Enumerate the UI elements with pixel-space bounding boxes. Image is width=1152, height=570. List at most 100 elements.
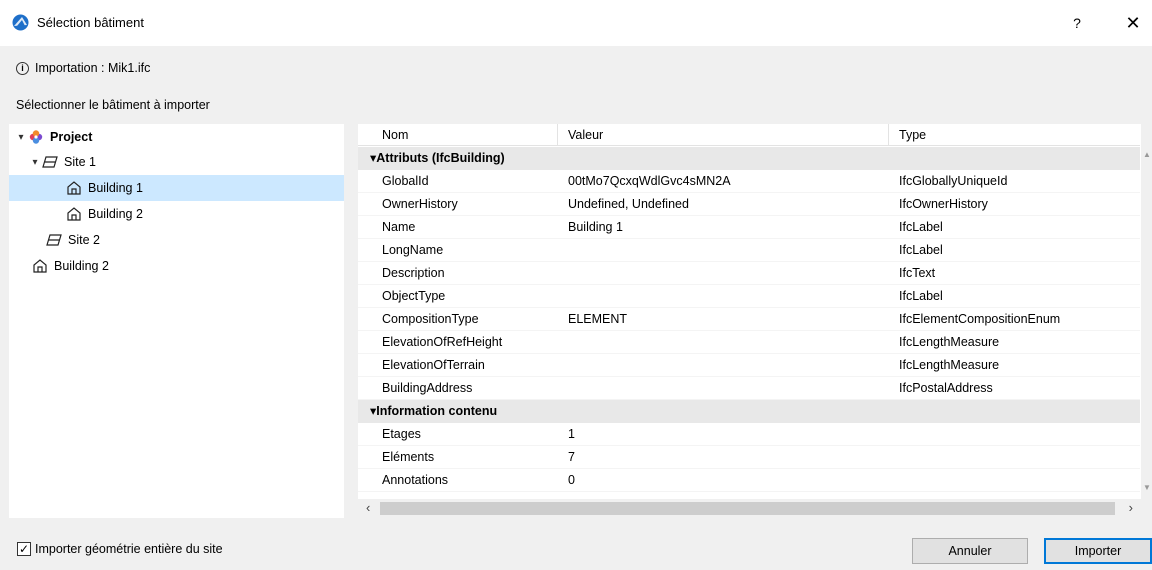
building-tree: ▾ Project ▾ Site 1 Building 1 Building 2…	[9, 124, 344, 518]
table-row[interactable]: CompositionType ELEMENT IfcElementCompos…	[358, 308, 1140, 331]
cell-value: 0	[568, 473, 575, 487]
window-title: Sélection bâtiment	[37, 15, 144, 30]
cell-type: IfcPostalAddress	[899, 381, 993, 395]
tree-item-label: Building 2	[54, 259, 109, 273]
tree-item-label: Project	[50, 130, 93, 144]
tree-item-site-1[interactable]: ▾ Site 1	[9, 149, 344, 175]
horizontal-scrollbar[interactable]: ‹ ›	[358, 499, 1141, 518]
site-icon	[41, 154, 59, 170]
column-header-type[interactable]: Type	[889, 124, 1127, 145]
cell-name: ElevationOfTerrain	[382, 358, 485, 372]
cell-type: IfcOwnerHistory	[899, 197, 988, 211]
tree-item-building-2[interactable]: Building 2	[9, 201, 344, 227]
group-attributs[interactable]: ▾Attributs (IfcBuilding)	[358, 147, 1140, 170]
title-bar: Sélection bâtiment ? ✕	[0, 0, 1152, 46]
site-icon	[45, 232, 63, 248]
grid-header: Nom Valeur Type	[358, 124, 1140, 146]
tree-item-label: Site 1	[64, 155, 96, 169]
project-icon	[27, 129, 45, 145]
cell-value	[558, 239, 889, 261]
cell-name: ObjectType	[382, 289, 446, 303]
cell-value: 00tMo7QcxqWdlGvc4sMN2A	[568, 174, 731, 188]
tree-item-building-3[interactable]: Building 2	[9, 253, 344, 279]
table-row[interactable]: Name Building 1 IfcLabel	[358, 216, 1140, 239]
table-row[interactable]: Etages 1	[358, 423, 1140, 446]
import-whole-site-option[interactable]: ✓ Importer géométrie entière du site	[17, 542, 223, 556]
cell-value	[558, 262, 889, 284]
cell-type: IfcGloballyUniqueId	[899, 174, 1008, 188]
table-row[interactable]: BuildingAddress IfcPostalAddress	[358, 377, 1140, 400]
tree-item-building-1[interactable]: Building 1	[9, 175, 344, 201]
import-button[interactable]: Importer	[1044, 538, 1152, 564]
scrollbar-thumb[interactable]	[380, 502, 1115, 515]
cell-name: Description	[382, 266, 445, 280]
cell-type: IfcLabel	[899, 220, 943, 234]
tree-item-label: Building 2	[88, 207, 143, 221]
scroll-right-icon[interactable]: ›	[1129, 500, 1133, 515]
table-row[interactable]: OwnerHistory Undefined, Undefined IfcOwn…	[358, 193, 1140, 216]
tree-heading: Sélectionner le bâtiment à importer	[16, 98, 210, 112]
table-row[interactable]: ObjectType IfcLabel	[358, 285, 1140, 308]
building-icon	[65, 206, 83, 222]
property-grid: Nom Valeur Type ▾Attributs (IfcBuilding)…	[358, 124, 1141, 518]
table-row[interactable]: Eléments 7	[358, 446, 1140, 469]
table-row[interactable]: ElevationOfTerrain IfcLengthMeasure	[358, 354, 1140, 377]
scroll-down-icon[interactable]: ▼	[1143, 483, 1151, 492]
import-file-label: Importation : Mik1.ifc	[35, 61, 151, 75]
chevron-down-icon[interactable]: ▾	[29, 157, 41, 168]
cell-name: Etages	[382, 427, 421, 441]
tree-item-project[interactable]: ▾ Project	[9, 124, 344, 150]
cell-type: IfcElementCompositionEnum	[899, 312, 1061, 326]
group-information-contenu[interactable]: ▾Information contenu	[358, 400, 1140, 423]
chevron-down-icon[interactable]: ▾	[15, 132, 27, 143]
column-header-valeur[interactable]: Valeur	[558, 124, 889, 145]
cell-value: ELEMENT	[568, 312, 628, 326]
building-icon	[65, 180, 83, 196]
cell-value	[558, 285, 889, 307]
cell-value	[558, 354, 889, 376]
scroll-left-icon[interactable]: ‹	[366, 500, 370, 515]
import-info: i Importation : Mik1.ifc	[16, 61, 150, 75]
cell-value: Undefined, Undefined	[568, 197, 689, 211]
cell-value: 7	[568, 450, 575, 464]
tree-item-site-2[interactable]: Site 2	[9, 227, 344, 253]
column-header-nom[interactable]: Nom	[358, 124, 558, 145]
cell-name: GlobalId	[382, 174, 429, 188]
cell-type: IfcLengthMeasure	[899, 358, 1000, 372]
info-icon: i	[16, 61, 29, 75]
cell-type: IfcLengthMeasure	[899, 335, 1000, 349]
cell-type: IfcLabel	[899, 243, 943, 257]
building-icon	[31, 258, 49, 274]
cell-type	[889, 446, 1129, 468]
cell-name: ElevationOfRefHeight	[382, 335, 503, 349]
tree-item-label: Building 1	[88, 181, 143, 195]
cell-name: LongName	[382, 243, 444, 257]
cell-type: IfcText	[899, 266, 936, 280]
cell-value: Building 1	[568, 220, 623, 234]
cell-type	[889, 469, 1129, 491]
cell-name: Eléments	[382, 450, 435, 464]
table-row[interactable]: Annotations 0	[358, 469, 1140, 492]
cell-value: 1	[568, 427, 575, 441]
close-button[interactable]: ✕	[1118, 8, 1148, 38]
cell-name: Annotations	[382, 473, 449, 487]
cell-name: BuildingAddress	[382, 381, 473, 395]
scroll-up-icon[interactable]: ▲	[1143, 150, 1151, 159]
cell-type: IfcLabel	[899, 289, 943, 303]
table-row[interactable]: GlobalId 00tMo7QcxqWdlGvc4sMN2A IfcGloba…	[358, 170, 1140, 193]
cancel-button[interactable]: Annuler	[912, 538, 1028, 564]
cell-type	[889, 423, 1129, 445]
app-icon	[12, 14, 29, 31]
import-whole-site-checkbox[interactable]: ✓	[17, 542, 31, 556]
help-button[interactable]: ?	[1062, 8, 1092, 38]
cell-name: CompositionType	[382, 312, 479, 326]
tree-item-label: Site 2	[68, 233, 100, 247]
vertical-scrollbar[interactable]: ▲ ▼	[1142, 142, 1152, 492]
cell-value	[558, 377, 889, 399]
table-row[interactable]: ElevationOfRefHeight IfcLengthMeasure	[358, 331, 1140, 354]
cell-name: Name	[382, 220, 416, 234]
checkbox-label: Importer géométrie entière du site	[35, 542, 223, 556]
table-row[interactable]: LongName IfcLabel	[358, 239, 1140, 262]
cell-name: OwnerHistory	[382, 197, 458, 211]
table-row[interactable]: Description IfcText	[358, 262, 1140, 285]
